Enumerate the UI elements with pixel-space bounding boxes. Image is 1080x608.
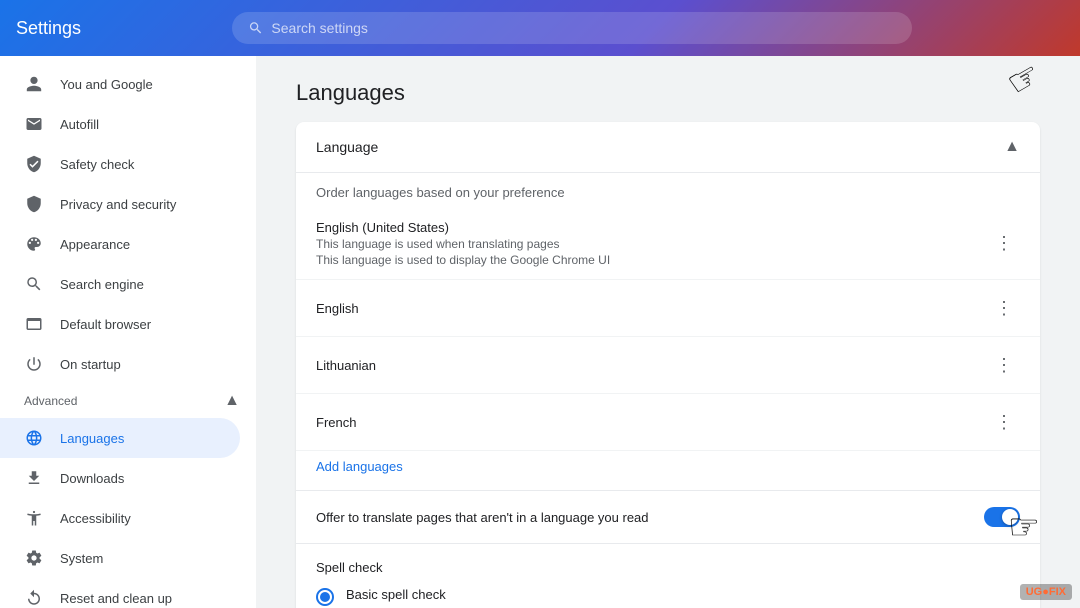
toggle-slider <box>984 507 1020 527</box>
sidebar-item-languages[interactable]: Languages <box>0 418 240 458</box>
watermark: UG●FIX <box>1020 584 1072 600</box>
sidebar-label: System <box>60 551 103 566</box>
sidebar-label: On startup <box>60 357 121 372</box>
sidebar-item-safety-check[interactable]: Safety check <box>0 144 240 184</box>
header: Settings <box>0 0 1080 56</box>
system-icon <box>24 548 44 568</box>
shield-icon <box>24 154 44 174</box>
basic-spell-check-radio[interactable] <box>316 588 334 606</box>
advanced-section-header[interactable]: Advanced ▲ <box>0 384 256 418</box>
privacy-icon <box>24 194 44 214</box>
language-sub2: This language is used to display the Goo… <box>316 253 988 267</box>
search-engine-icon <box>24 274 44 294</box>
advanced-label: Advanced <box>24 394 77 408</box>
add-languages-button[interactable]: Add languages <box>296 451 1040 490</box>
startup-icon <box>24 354 44 374</box>
translate-toggle[interactable] <box>984 507 1020 527</box>
language-row-english: English ⋮ <box>296 280 1040 337</box>
sidebar-label: Search engine <box>60 277 144 292</box>
language-name: Lithuanian <box>316 358 988 373</box>
sidebar: You and Google Autofill Safety check Pri… <box>0 56 256 608</box>
reset-icon <box>24 588 44 608</box>
sidebar-item-appearance[interactable]: Appearance <box>0 224 240 264</box>
language-row-lithuanian: Lithuanian ⋮ <box>296 337 1040 394</box>
sidebar-label: Accessibility <box>60 511 131 526</box>
sidebar-item-privacy-security[interactable]: Privacy and security <box>0 184 240 224</box>
language-row-french: French ⋮ <box>296 394 1040 451</box>
sidebar-item-default-browser[interactable]: Default browser <box>0 304 240 344</box>
page-title: Languages <box>296 80 1040 106</box>
browser-icon <box>24 314 44 334</box>
sidebar-item-search-engine[interactable]: Search engine <box>0 264 240 304</box>
language-menu-button[interactable]: ⋮ <box>988 228 1020 260</box>
person-icon <box>24 74 44 94</box>
language-section-desc: Order languages based on your preference <box>296 173 1040 208</box>
globe-icon <box>24 428 44 448</box>
language-card: Language ▲ Order languages based on your… <box>296 122 1040 608</box>
search-icon <box>248 20 263 36</box>
spell-check-title: Spell check <box>316 560 1020 575</box>
accessibility-icon <box>24 508 44 528</box>
chevron-up-icon: ▲ <box>224 392 240 410</box>
language-name: English <box>316 301 988 316</box>
sidebar-item-autofill[interactable]: Autofill <box>0 104 240 144</box>
sidebar-label: Reset and clean up <box>60 591 172 606</box>
settings-title: Settings <box>16 18 216 39</box>
chevron-up-icon: ▲ <box>1004 138 1020 156</box>
language-menu-button[interactable]: ⋮ <box>988 349 1020 381</box>
sidebar-item-accessibility[interactable]: Accessibility <box>0 498 240 538</box>
language-info: English <box>316 301 988 316</box>
main-content: Languages Language ▲ Order languages bas… <box>256 56 1080 608</box>
appearance-icon <box>24 234 44 254</box>
translate-toggle-row: Offer to translate pages that aren't in … <box>296 490 1040 543</box>
search-input[interactable] <box>271 20 896 36</box>
language-info: English (United States) This language is… <box>316 220 988 267</box>
sidebar-label: Downloads <box>60 471 124 486</box>
language-menu-button[interactable]: ⋮ <box>988 292 1020 324</box>
language-sub1: This language is used when translating p… <box>316 237 988 251</box>
sidebar-item-system[interactable]: System <box>0 538 240 578</box>
sidebar-label: Appearance <box>60 237 130 252</box>
sidebar-label: Safety check <box>60 157 134 172</box>
sidebar-item-reset-cleanup[interactable]: Reset and clean up <box>0 578 240 608</box>
download-icon <box>24 468 44 488</box>
language-name: French <box>316 415 988 430</box>
sidebar-label: You and Google <box>60 77 153 92</box>
language-section-header[interactable]: Language ▲ <box>296 122 1040 173</box>
basic-spell-check-text: Basic spell check <box>346 587 446 602</box>
sidebar-label: Default browser <box>60 317 151 332</box>
spell-check-section: Spell check Basic spell check Enhanced s… <box>296 543 1040 608</box>
sidebar-item-on-startup[interactable]: On startup <box>0 344 240 384</box>
basic-spell-check-option[interactable]: Basic spell check <box>316 587 1020 606</box>
sidebar-item-downloads[interactable]: Downloads <box>0 458 240 498</box>
search-bar[interactable] <box>232 12 912 44</box>
language-row-english-us: English (United States) This language is… <box>296 208 1040 280</box>
language-info: French <box>316 415 988 430</box>
translate-toggle-label: Offer to translate pages that aren't in … <box>316 510 649 525</box>
language-info: Lithuanian <box>316 358 988 373</box>
language-menu-button[interactable]: ⋮ <box>988 406 1020 438</box>
basic-spell-check-label: Basic spell check <box>346 587 446 602</box>
language-section-title: Language <box>316 139 378 155</box>
sidebar-label: Privacy and security <box>60 197 176 212</box>
language-name: English (United States) <box>316 220 988 235</box>
autofill-icon <box>24 114 44 134</box>
sidebar-label: Autofill <box>60 117 99 132</box>
sidebar-label: Languages <box>60 431 124 446</box>
sidebar-item-you-and-google[interactable]: You and Google <box>0 64 240 104</box>
